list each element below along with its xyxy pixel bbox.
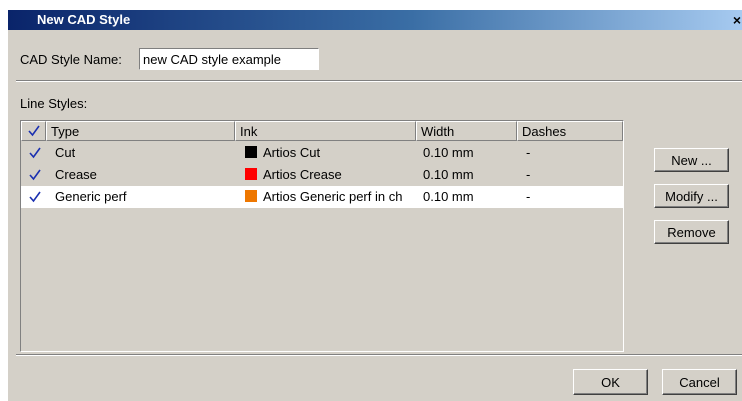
remove-button[interactable]: Remove xyxy=(654,220,729,244)
row-dashes: - xyxy=(526,167,531,182)
column-header-ink[interactable]: Ink xyxy=(235,121,416,141)
column-header-width[interactable]: Width xyxy=(416,121,517,141)
ink-color-swatch xyxy=(245,168,257,180)
modify-button[interactable]: Modify ... xyxy=(654,184,729,208)
column-header-type[interactable]: Type xyxy=(46,121,235,141)
header-check-column[interactable] xyxy=(21,121,46,141)
table-row[interactable]: Cut Artios Cut 0.10 mm - xyxy=(21,142,623,164)
row-ink-label: Artios Cut xyxy=(263,145,321,160)
cad-style-name-input[interactable] xyxy=(139,48,319,70)
ink-color-swatch xyxy=(245,146,257,158)
title-bar[interactable]: New CAD Style × xyxy=(8,10,742,30)
row-ink: Artios Generic perf in ch xyxy=(245,189,415,204)
table-row[interactable]: Crease Artios Crease 0.10 mm - xyxy=(21,164,623,186)
row-ink-label: Artios Generic perf in ch xyxy=(263,189,403,204)
new-button[interactable]: New ... xyxy=(654,148,729,172)
ink-color-swatch xyxy=(245,190,257,202)
cad-style-name-label: CAD Style Name: xyxy=(20,52,122,67)
row-type: Generic perf xyxy=(55,189,127,204)
row-width: 0.10 mm xyxy=(423,167,474,182)
row-width: 0.10 mm xyxy=(423,189,474,204)
row-width: 0.10 mm xyxy=(423,145,474,160)
separator-bottom xyxy=(16,354,742,356)
ok-button[interactable]: OK xyxy=(573,369,648,395)
new-cad-style-dialog: New CAD Style × CAD Style Name: Line Sty… xyxy=(8,10,742,401)
checkmark-icon[interactable] xyxy=(28,168,42,182)
row-dashes: - xyxy=(526,145,531,160)
line-styles-label: Line Styles: xyxy=(20,96,88,111)
checkmark-icon[interactable] xyxy=(28,190,42,204)
line-styles-list[interactable]: Type Ink Width Dashes Cut Artios Cut 0.1… xyxy=(20,120,624,352)
dialog-title: New CAD Style xyxy=(37,12,131,27)
row-ink: Artios Crease xyxy=(245,167,415,182)
row-type: Crease xyxy=(55,167,97,182)
row-dashes: - xyxy=(526,189,531,204)
cancel-button[interactable]: Cancel xyxy=(662,369,737,395)
checkmark-icon xyxy=(28,125,40,137)
checkmark-icon[interactable] xyxy=(28,146,42,160)
separator-top xyxy=(16,80,742,82)
table-row-selected[interactable]: Generic perf Artios Generic perf in ch 0… xyxy=(21,186,623,208)
row-ink-label: Artios Crease xyxy=(263,167,342,182)
row-type: Cut xyxy=(55,145,76,160)
list-header: Type Ink Width Dashes xyxy=(21,121,623,141)
close-button[interactable]: × xyxy=(730,12,742,28)
column-header-dashes[interactable]: Dashes xyxy=(517,121,623,141)
row-ink: Artios Cut xyxy=(245,145,415,160)
